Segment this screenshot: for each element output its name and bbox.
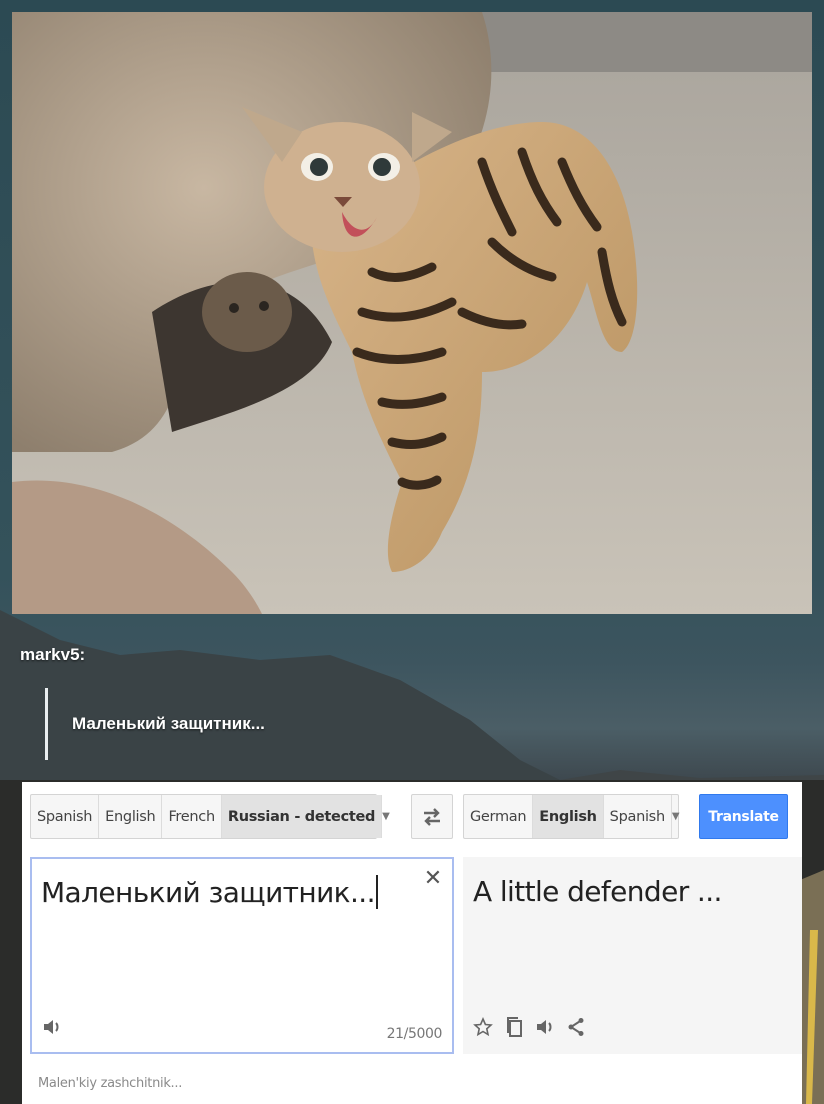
target-lang-spanish[interactable]: Spanish	[604, 795, 672, 838]
translation-output-area: A little defender ...	[463, 857, 802, 1054]
translation-actions	[473, 1016, 585, 1042]
cat-photo	[12, 12, 812, 614]
close-icon[interactable]: ✕	[422, 868, 444, 891]
post-author[interactable]: markv5:	[20, 645, 85, 665]
star-icon[interactable]	[473, 1016, 493, 1041]
speaker-icon[interactable]	[42, 1018, 62, 1040]
speaker-icon[interactable]	[535, 1018, 555, 1040]
source-language-bar: Spanish English French Russian - detecte…	[30, 794, 390, 839]
copy-icon[interactable]	[505, 1016, 523, 1042]
character-count: 21/5000	[386, 1026, 443, 1042]
blockquote-text: Маленький защитник...	[72, 714, 265, 733]
source-lang-russian-detected[interactable]: Russian - detected	[221, 795, 383, 838]
chevron-down-icon[interactable]: ▼	[672, 795, 680, 838]
source-text-area[interactable]: Маленький защитник... ✕ 21/5000	[30, 857, 454, 1054]
translate-panel: Spanish English French Russian - detecte…	[22, 782, 802, 1104]
swap-languages-button[interactable]	[411, 794, 453, 839]
swap-languages-icon	[424, 807, 440, 826]
source-lang-english[interactable]: English	[99, 795, 163, 838]
share-icon[interactable]	[567, 1017, 585, 1041]
text-caret	[375, 875, 378, 909]
blockquote-bar	[45, 688, 48, 760]
source-text[interactable]: Маленький защитник...	[41, 875, 378, 909]
chevron-down-icon[interactable]: ▼	[382, 795, 390, 838]
target-language-bar: German English Spanish ▼	[463, 794, 680, 839]
source-lang-spanish[interactable]: Spanish	[31, 795, 100, 838]
target-lang-english[interactable]: English	[533, 795, 604, 838]
translate-button[interactable]: Translate	[699, 794, 788, 839]
target-lang-german[interactable]: German	[464, 795, 534, 838]
transliteration: Malen'kiy zashchitnik...	[38, 1076, 183, 1091]
translated-text: A little defender ...	[473, 875, 722, 908]
source-lang-french[interactable]: French	[162, 795, 222, 838]
